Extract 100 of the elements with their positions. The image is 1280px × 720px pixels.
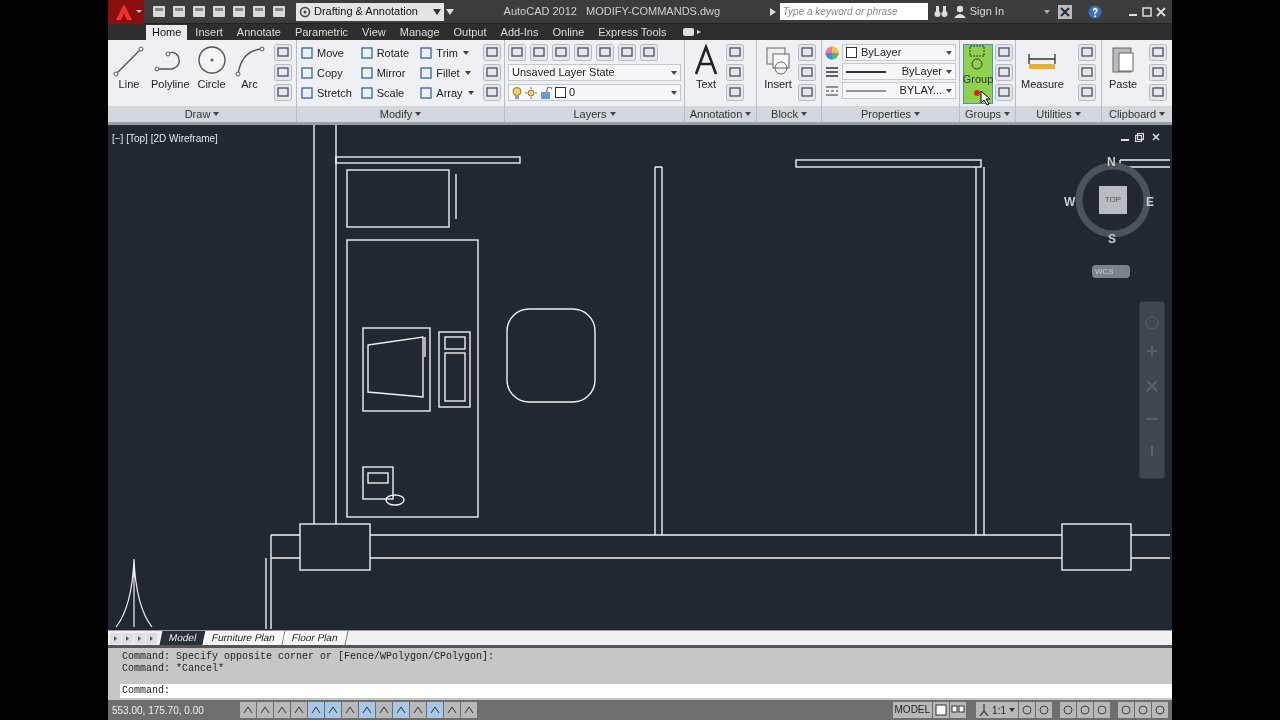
- linetype-dropdown[interactable]: BYLAY...: [842, 82, 956, 99]
- layout-tab[interactable]: Floor Plan: [282, 631, 349, 645]
- ribbon-tab[interactable]: Express Tools: [592, 25, 673, 40]
- drafting-toggle-icon[interactable]: [444, 702, 460, 718]
- sun-icon: [525, 86, 537, 99]
- caret-icon: [946, 69, 952, 74]
- close-icon[interactable]: [1152, 133, 1160, 141]
- command-line-field[interactable]: Command:: [120, 684, 1172, 698]
- drafting-toggle-icon[interactable]: [376, 702, 392, 718]
- maximize-icon[interactable]: [1142, 6, 1152, 17]
- draw-tool-button[interactable]: Circle: [193, 44, 230, 106]
- color-dropdown[interactable]: ByLayer: [842, 44, 956, 61]
- exchange-icon[interactable]: [1058, 4, 1072, 19]
- draw-tool-button[interactable]: Arc: [231, 44, 268, 106]
- drafting-toggle-icon[interactable]: [410, 702, 426, 718]
- drafting-toggle-icon[interactable]: [240, 702, 256, 718]
- compass-east[interactable]: E: [1146, 193, 1154, 211]
- viewport-controls-label[interactable]: [−] [Top] [2D Wireframe]: [112, 131, 218, 146]
- restore-icon[interactable]: [1135, 133, 1144, 142]
- copy-button[interactable]: Copy: [300, 64, 358, 82]
- stretch-button[interactable]: Stretch: [300, 84, 358, 102]
- ribbon-tab[interactable]: Online: [546, 25, 591, 40]
- layout-tab[interactable]: Model: [159, 631, 206, 645]
- ribbon-tab[interactable]: Annotate: [230, 25, 287, 40]
- scale-button[interactable]: Scale: [359, 84, 418, 102]
- ribbon-tab[interactable]: Insert: [189, 25, 229, 40]
- group-icon: [969, 45, 987, 73]
- panel-title[interactable]: Modify: [379, 105, 413, 123]
- drafting-toggle-icon[interactable]: [291, 702, 307, 718]
- model-space-button[interactable]: MODEL: [892, 702, 933, 718]
- rotate-button[interactable]: Rotate: [359, 44, 418, 62]
- color-swatch-icon: [846, 47, 857, 58]
- next-icon[interactable]: [134, 632, 145, 644]
- previous-icon[interactable]: [122, 632, 133, 644]
- ribbon-tab[interactable]: Output: [447, 25, 493, 40]
- color-swatch-icon: [555, 87, 566, 98]
- line-sample-icon: [846, 69, 886, 74]
- caret-icon: [946, 88, 952, 93]
- insert-block-icon: [763, 44, 793, 78]
- panel-title[interactable]: Draw: [184, 105, 211, 123]
- workspace-dropdown[interactable]: Drafting & Annotation: [296, 2, 444, 21]
- draw-tool-button[interactable]: Line: [111, 44, 147, 106]
- caret-icon: [464, 71, 471, 75]
- arc-icon: [233, 44, 266, 78]
- click-dot-icon: [974, 90, 980, 96]
- array-button[interactable]: Array: [419, 84, 481, 102]
- video-icon[interactable]: [682, 26, 701, 38]
- move-button[interactable]: Move: [300, 44, 358, 62]
- caret-icon: [462, 51, 469, 55]
- lineweight-icon: [825, 64, 839, 79]
- fillet-button[interactable]: Fillet: [419, 64, 481, 82]
- caret-icon: [1004, 112, 1011, 116]
- layout-tab[interactable]: Furniture Plan: [202, 631, 286, 645]
- drafting-toggle-icon[interactable]: [257, 702, 273, 718]
- quick-view-icon[interactable]: [950, 702, 967, 718]
- pointer-icon: [980, 90, 992, 106]
- ribbon-tab[interactable]: Add-Ins: [494, 25, 545, 40]
- viewcube-face[interactable]: TOP: [1099, 186, 1127, 214]
- drafting-toggle-icon[interactable]: [359, 702, 375, 718]
- close-icon[interactable]: [1156, 6, 1166, 17]
- trim-button[interactable]: Trim: [419, 44, 481, 62]
- first-page-icon[interactable]: [110, 632, 121, 644]
- layer-dropdown[interactable]: 0: [508, 84, 681, 101]
- compass-west[interactable]: W: [1064, 193, 1076, 211]
- drafting-toggle-icon[interactable]: [393, 702, 409, 718]
- drafting-toggle-icon[interactable]: [461, 702, 477, 718]
- search-field[interactable]: Type a keyword or phrase: [779, 3, 928, 20]
- annotation-scale-button[interactable]: 1:1: [976, 702, 1018, 718]
- layer-state-dropdown[interactable]: Unsaved Layer State: [508, 64, 681, 81]
- mirror-button[interactable]: Mirror: [359, 64, 418, 82]
- caret-icon: [914, 112, 921, 116]
- drafting-toggle-icon[interactable]: [325, 702, 341, 718]
- last-page-icon[interactable]: [146, 632, 157, 644]
- caret-icon: [671, 90, 677, 95]
- ribbon-tab[interactable]: Parametric: [288, 25, 355, 40]
- caret-icon: [1159, 112, 1166, 116]
- ribbon-tab[interactable]: View: [356, 25, 392, 40]
- line-icon: [113, 44, 145, 78]
- user-icon: [953, 5, 966, 18]
- lineweight-dropdown[interactable]: ByLayer: [842, 63, 956, 80]
- caret-icon: [1074, 112, 1081, 116]
- caret-icon: [946, 50, 952, 55]
- command-history-line: Command: *Cancel*: [122, 663, 226, 675]
- help-icon[interactable]: [1088, 4, 1102, 19]
- drafting-toggle-icon[interactable]: [342, 702, 358, 718]
- caret-icon: [745, 112, 752, 116]
- drafting-toggle-icon[interactable]: [427, 702, 443, 718]
- draw-tool-button[interactable]: Polyline: [149, 44, 192, 106]
- ribbon-tab[interactable]: Home: [146, 25, 188, 40]
- compass-north[interactable]: N: [1107, 153, 1116, 171]
- binoculars-icon[interactable]: [933, 5, 948, 18]
- caret-icon: [609, 112, 616, 116]
- drafting-toggle-icon[interactable]: [308, 702, 324, 718]
- layout-icon[interactable]: [933, 702, 950, 718]
- ribbon-tab[interactable]: Manage: [393, 25, 446, 40]
- drafting-toggle-icon[interactable]: [274, 702, 290, 718]
- caret-icon[interactable]: [1044, 9, 1050, 14]
- compass-south[interactable]: S: [1108, 230, 1116, 248]
- caret-icon: [1009, 708, 1015, 712]
- sign-in-link[interactable]: Sign In: [969, 3, 1004, 20]
